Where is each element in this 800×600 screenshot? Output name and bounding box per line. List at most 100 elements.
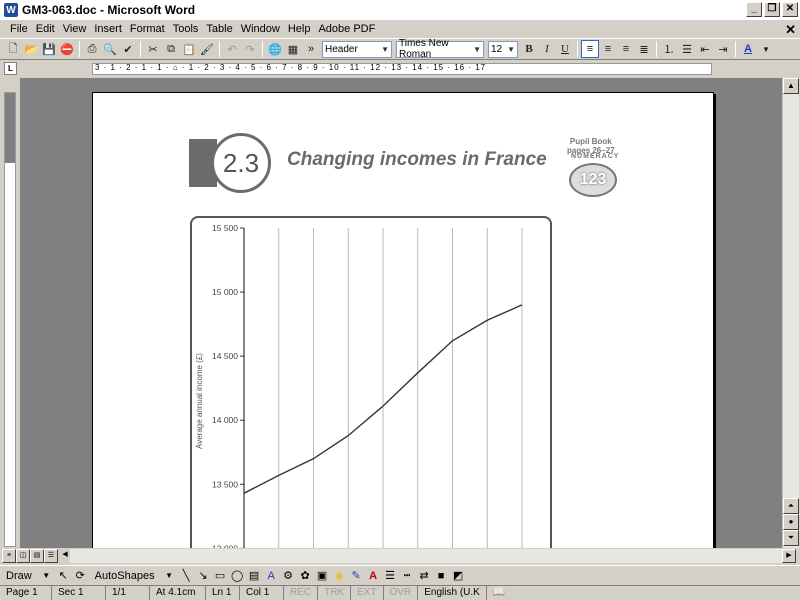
document-page[interactable]: 2.3 Changing incomes in France Pupil Boo… (92, 92, 714, 548)
dash-style-icon[interactable]: ┅ (399, 567, 416, 584)
menu-adobe-pdf[interactable]: Adobe PDF (314, 23, 379, 35)
drawing-toolbar: Draw ▼ ↖ ⟳ AutoShapes ▼ ╲ ↘ ▭ ◯ ▤ A ⚙ ✿ … (0, 565, 800, 585)
menu-table[interactable]: Table (202, 23, 236, 35)
vertical-scrollbar[interactable]: ▲ ⏶ ● ⏷ (782, 78, 799, 548)
fill-color-icon[interactable]: ◈ (331, 567, 348, 584)
previous-page-icon[interactable]: ⏶ (783, 498, 799, 514)
horizontal-ruler[interactable]: 3 · 1 · 2 · 1 · 1 · ⌂ · 1 · 2 · 3 · 4 · … (92, 63, 712, 75)
menu-window[interactable]: Window (237, 23, 284, 35)
rectangle-icon[interactable]: ▭ (212, 567, 229, 584)
line-color-icon[interactable]: ✎ (348, 567, 365, 584)
web-view-icon[interactable]: ◫ (16, 549, 30, 563)
new-document-icon[interactable]: 🗋 (4, 40, 22, 58)
wordart-icon[interactable]: A (263, 567, 280, 584)
justify-icon[interactable]: ≣ (635, 40, 653, 58)
word-app-icon[interactable]: W (4, 3, 18, 17)
clip-art-icon[interactable]: ✿ (297, 567, 314, 584)
underline-icon[interactable]: U (556, 40, 574, 58)
toolbar-options-icon[interactable]: » (302, 40, 320, 58)
font-color-icon[interactable]: A (365, 567, 382, 584)
window-controls: _ ❐ ✕ (746, 2, 798, 17)
align-center-icon[interactable]: ≡ (599, 40, 617, 58)
menu-format[interactable]: Format (126, 23, 169, 35)
menu-file[interactable]: File (6, 23, 32, 35)
status-pages: 1/1 (106, 586, 150, 600)
diagram-icon[interactable]: ⚙ (280, 567, 297, 584)
style-dropdown[interactable]: Header ▼ (322, 40, 392, 58)
print-icon[interactable]: ⎙ (83, 40, 101, 58)
font-size-dropdown[interactable]: 12 ▼ (488, 40, 518, 58)
scroll-right-icon[interactable]: ▶ (782, 549, 796, 563)
permission-icon[interactable]: ⛔ (58, 40, 76, 58)
save-icon[interactable]: 💾 (40, 40, 58, 58)
menu-help[interactable]: Help (284, 23, 315, 35)
toolbar-separator (79, 41, 80, 57)
document-area[interactable]: 2.3 Changing incomes in France Pupil Boo… (20, 78, 782, 548)
draw-menu[interactable]: Draw (6, 570, 32, 582)
restore-button[interactable]: ❐ (764, 2, 780, 17)
chevron-down-icon[interactable]: ▼ (757, 40, 775, 58)
bold-icon[interactable]: B (520, 40, 538, 58)
tab-selector[interactable]: L (4, 62, 17, 75)
status-position: At 4.1cm (150, 586, 206, 600)
select-browse-object-icon[interactable]: ● (783, 514, 799, 530)
status-ext[interactable]: EXT (351, 586, 384, 600)
copy-icon[interactable]: ⧉ (162, 40, 180, 58)
line-style-icon[interactable]: ☰ (382, 567, 399, 584)
document-close-icon[interactable]: ✕ (785, 22, 796, 38)
chevron-down-icon[interactable]: ▼ (161, 567, 178, 584)
font-color-icon[interactable]: A (739, 40, 757, 58)
line-icon[interactable]: ╲ (178, 567, 195, 584)
italic-icon[interactable]: I (538, 40, 556, 58)
redo-icon[interactable]: ↷ (241, 40, 259, 58)
print-layout-icon[interactable]: ▤ (30, 549, 44, 563)
normal-view-icon[interactable]: ≡ (2, 549, 16, 563)
menu-view[interactable]: View (59, 23, 91, 35)
horizontal-scroll-track[interactable] (70, 549, 782, 563)
vertical-ruler[interactable] (4, 92, 16, 547)
menu-edit[interactable]: Edit (32, 23, 59, 35)
hyperlink-icon[interactable]: 🌐 (266, 40, 284, 58)
spelling-status-icon[interactable]: 📖 (487, 586, 511, 600)
text-box-icon[interactable]: ▤ (246, 567, 263, 584)
toolbar-separator (735, 41, 736, 57)
oval-icon[interactable]: ◯ (229, 567, 246, 584)
shadow-style-icon[interactable]: ■ (433, 567, 450, 584)
close-button[interactable]: ✕ (782, 2, 798, 17)
numbering-icon[interactable]: ⒈ (660, 40, 678, 58)
arrow-style-icon[interactable]: ⇄ (416, 567, 433, 584)
status-ovr[interactable]: OVR (384, 586, 419, 600)
menu-tools[interactable]: Tools (169, 23, 203, 35)
status-rec[interactable]: REC (284, 586, 319, 600)
align-left-icon[interactable]: ≡ (581, 40, 599, 58)
status-trk[interactable]: TRK (318, 586, 352, 600)
bullets-icon[interactable]: ☰ (678, 40, 696, 58)
3d-style-icon[interactable]: ◩ (450, 567, 467, 584)
picture-icon[interactable]: ▣ (314, 567, 331, 584)
outline-view-icon[interactable]: ☰ (44, 549, 58, 563)
next-page-icon[interactable]: ⏷ (783, 530, 799, 546)
toolbar-separator (219, 41, 220, 57)
increase-indent-icon[interactable]: ⇥ (714, 40, 732, 58)
open-folder-icon[interactable]: 📂 (22, 40, 40, 58)
menu-insert[interactable]: Insert (90, 23, 126, 35)
paste-icon[interactable]: 📋 (180, 40, 198, 58)
cut-icon[interactable]: ✂ (144, 40, 162, 58)
print-preview-icon[interactable]: 🔍 (101, 40, 119, 58)
font-dropdown[interactable]: Times New Roman ▼ (396, 38, 484, 60)
minimize-button[interactable]: _ (746, 2, 762, 17)
style-value: Header (325, 43, 358, 55)
rotate-icon[interactable]: ⟳ (72, 567, 89, 584)
decrease-indent-icon[interactable]: ⇤ (696, 40, 714, 58)
autoshapes-menu[interactable]: AutoShapes (95, 570, 155, 582)
chart-frame: 15 50015 00014 50014 00013 50013 000Aver… (190, 216, 552, 548)
format-painter-icon[interactable]: 🖌 (198, 40, 216, 58)
undo-icon[interactable]: ↶ (223, 40, 241, 58)
arrow-icon[interactable]: ↘ (195, 567, 212, 584)
select-objects-icon[interactable]: ↖ (55, 567, 72, 584)
align-right-icon[interactable]: ≡ (617, 40, 635, 58)
spelling-icon[interactable]: ✔ (119, 40, 137, 58)
tables-borders-icon[interactable]: ▦ (284, 40, 302, 58)
scroll-up-icon[interactable]: ▲ (783, 78, 799, 94)
chevron-down-icon[interactable]: ▼ (38, 567, 55, 584)
